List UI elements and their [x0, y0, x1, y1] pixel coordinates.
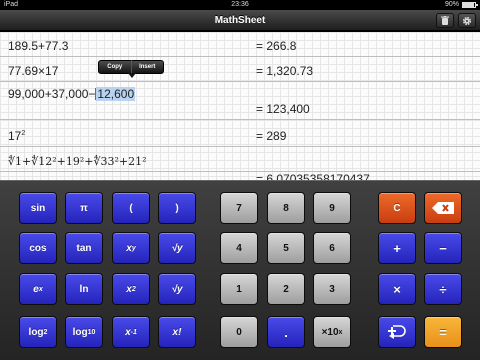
result: = 1,320.73: [256, 64, 314, 78]
inverse-key[interactable]: x -1: [112, 316, 150, 348]
digit-3-key[interactable]: 3: [313, 273, 351, 305]
times-ten-exponent: x: [338, 328, 343, 336]
exp-key-exponent: x: [38, 285, 43, 293]
sin-key[interactable]: sin: [19, 192, 57, 224]
expression[interactable]: 172: [8, 129, 25, 143]
digit-5-key[interactable]: 5: [267, 232, 305, 264]
result-partial: = 6.07035358170437: [256, 172, 370, 180]
gear-icon: [462, 16, 472, 25]
result: = 266.8: [256, 39, 297, 53]
new-line-key[interactable]: [378, 316, 416, 348]
left-paren-key[interactable]: (: [112, 192, 150, 224]
backspace-icon: [432, 202, 454, 214]
sheet-line[interactable]: 77.69×17 = 1,320.73: [0, 57, 480, 82]
sheet-line[interactable]: 172 = 289: [0, 120, 480, 147]
exp-key[interactable]: ex: [19, 273, 57, 305]
copy-menu-item[interactable]: Copy: [99, 64, 131, 70]
times-ten-power-key[interactable]: ×10 x: [313, 316, 351, 348]
edit-menu-popup: Copy Insert: [98, 60, 164, 78]
backspace-key[interactable]: [424, 192, 462, 224]
expression[interactable]: 189.5+77.3: [8, 39, 68, 53]
battery-icon: [462, 2, 478, 8]
cos-key[interactable]: cos: [19, 232, 57, 264]
selected-text[interactable]: 12,600: [96, 87, 136, 101]
pi-key[interactable]: π: [65, 192, 103, 224]
sqrt-key[interactable]: √y: [158, 273, 196, 305]
square-key-exponent: 2: [131, 285, 136, 293]
sheet-line[interactable]: ∜1+∜12²+19²+∜33²+21²: [0, 147, 480, 172]
times-ten-label: ×10: [321, 326, 339, 338]
insert-menu-item[interactable]: Insert: [132, 64, 164, 70]
digit-6-key[interactable]: 6: [313, 232, 351, 264]
plus-key[interactable]: +: [378, 232, 416, 264]
digit-9-key[interactable]: 9: [313, 192, 351, 224]
square-key[interactable]: x2: [112, 273, 150, 305]
power-key-exponent: y: [131, 244, 136, 252]
minus-key[interactable]: −: [424, 232, 462, 264]
log10-key-base: 10: [87, 328, 96, 336]
multiply-key[interactable]: ×: [378, 273, 416, 305]
result: = 123,400: [256, 102, 310, 116]
clear-key[interactable]: C: [378, 192, 416, 224]
right-paren-key[interactable]: ): [158, 192, 196, 224]
trash-icon: [441, 16, 449, 25]
equals-key[interactable]: =: [424, 316, 462, 348]
log2-key-label: log: [28, 326, 44, 338]
status-bar: iPad 23:36 90%: [0, 0, 480, 10]
power-key[interactable]: xy: [112, 232, 150, 264]
digit-2-key[interactable]: 2: [267, 273, 305, 305]
new-line-icon: [388, 325, 406, 339]
clear-sheet-button[interactable]: [436, 13, 454, 28]
log2-key-base: 2: [43, 328, 48, 336]
tan-key[interactable]: tan: [65, 232, 103, 264]
ln-key[interactable]: ln: [65, 273, 103, 305]
expression[interactable]: ∜1+∜12²+19²+∜33²+21²: [8, 155, 147, 168]
nth-root-key[interactable]: √y: [158, 232, 196, 264]
settings-button[interactable]: [458, 13, 476, 28]
expression[interactable]: 77.69×17: [8, 64, 58, 78]
digit-8-key[interactable]: 8: [267, 192, 305, 224]
nav-bar: MathSheet: [0, 10, 480, 31]
digit-7-key[interactable]: 7: [220, 192, 258, 224]
power-base: 17: [8, 129, 22, 143]
digit-4-key[interactable]: 4: [220, 232, 258, 264]
decimal-point-key[interactable]: .: [267, 316, 305, 348]
expression-text: 99,000+37,000−: [8, 87, 96, 101]
digit-1-key[interactable]: 1: [220, 273, 258, 305]
battery-indicator: 90%: [444, 0, 478, 10]
expression-active[interactable]: 99,000+37,000− 12,600: [8, 87, 136, 101]
keypad: sin π ( ) 7 8 9 C cos tan xy √y 4 5 6 + …: [0, 180, 480, 360]
result: = 289: [256, 129, 287, 143]
divide-key[interactable]: ÷: [424, 273, 462, 305]
battery-percent: 90%: [444, 1, 459, 8]
power-exponent: 2: [21, 130, 26, 137]
inverse-key-exponent: -1: [130, 328, 137, 336]
sheet-line[interactable]: 189.5+77.3 = 266.8: [0, 32, 480, 57]
app-title: MathSheet: [214, 15, 266, 26]
log10-key-label: log: [72, 326, 88, 338]
digit-0-key[interactable]: 0: [220, 316, 258, 348]
log10-key[interactable]: log 10: [65, 316, 103, 348]
log2-key[interactable]: log 2: [19, 316, 57, 348]
sheet-line-active[interactable]: 99,000+37,000− 12,600 = 123,400: [0, 82, 480, 120]
factorial-key[interactable]: x!: [158, 316, 196, 348]
status-clock: 23:36: [231, 1, 249, 8]
worksheet[interactable]: 189.5+77.3 = 266.8 77.69×17 = 1,320.73 9…: [0, 32, 480, 180]
